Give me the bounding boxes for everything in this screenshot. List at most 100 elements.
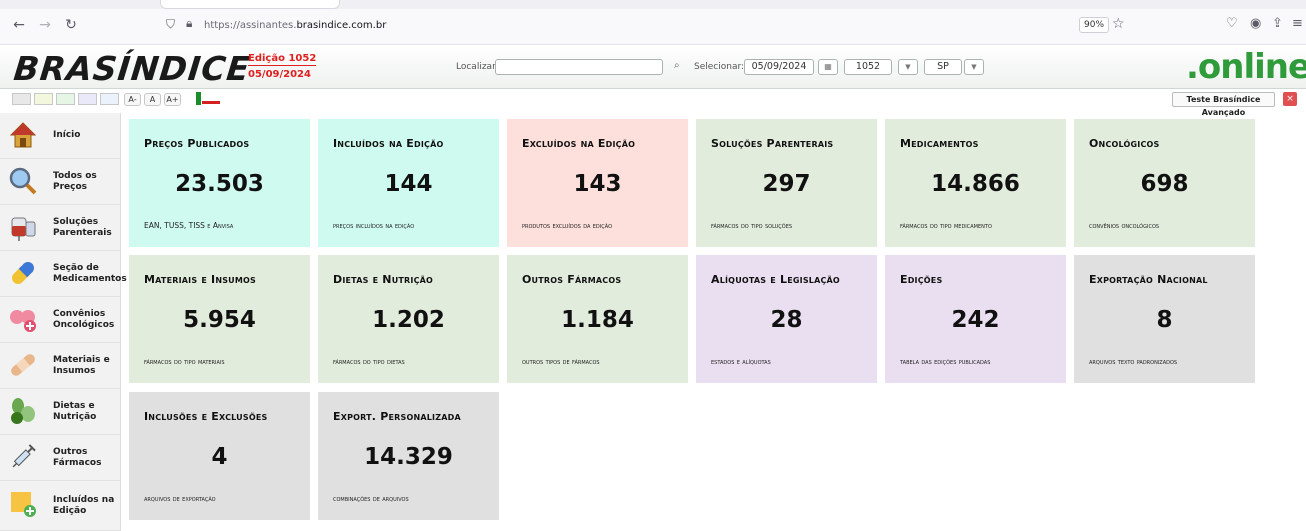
online-brand: .online bbox=[1186, 47, 1306, 87]
sidebar-item-incluidos[interactable]: Incluídos na Edição bbox=[0, 481, 121, 531]
url-prefix: https://assinantes. bbox=[204, 20, 297, 31]
find-input[interactable] bbox=[495, 59, 663, 75]
sidebar-item-outros[interactable]: Outros Fármacos bbox=[0, 435, 121, 481]
app-header: BRASÍNDICE Edição 1052 05/09/2024 Locali… bbox=[0, 45, 1306, 89]
sidebar-item-label: Convênios Oncológicos bbox=[53, 309, 115, 330]
color-swatch[interactable] bbox=[12, 93, 31, 105]
tracking-shield-icon[interactable]: ⛉ bbox=[166, 17, 175, 32]
tile-edicoes[interactable]: Edições 242 tabela das edições publicada… bbox=[885, 255, 1066, 383]
pocket-icon[interactable]: ♡ bbox=[1226, 16, 1238, 31]
home-icon bbox=[9, 122, 37, 148]
tile-dietas-nutricao[interactable]: Dietas e Nutrição 1.202 fármacos do tipo… bbox=[318, 255, 499, 383]
capsule-icon bbox=[12, 262, 34, 284]
tile-outros-farmacos[interactable]: Outros Fármacos 1.184 outros tipos de fá… bbox=[507, 255, 688, 383]
url-domain: brasindice.com.br bbox=[296, 20, 387, 31]
close-button[interactable]: × bbox=[1283, 92, 1297, 106]
tile-title: Oncológicos bbox=[1089, 137, 1160, 150]
leaf-icon bbox=[11, 398, 35, 424]
tile-description: estados e alíquotas bbox=[711, 357, 771, 366]
sidebar-item-label: Incluídos na Edição bbox=[53, 495, 115, 516]
back-icon[interactable]: ← bbox=[10, 17, 28, 33]
color-swatch[interactable] bbox=[34, 93, 53, 105]
tile-description: fármacos do tipo soluções bbox=[711, 221, 793, 230]
tile-title: Outros Fármacos bbox=[522, 273, 622, 286]
bandage-icon bbox=[11, 354, 35, 376]
tile-value: 144 bbox=[384, 171, 433, 197]
tile-description: convênios oncológicos bbox=[1089, 221, 1160, 230]
tile-value: 1.202 bbox=[372, 307, 445, 333]
tile-value: 1.184 bbox=[561, 307, 634, 333]
select-label: Selecionar: bbox=[694, 62, 745, 72]
syringe-icon bbox=[12, 444, 36, 468]
tile-value: 5.954 bbox=[183, 307, 256, 333]
browser-toolbar: ← → ↻ ⛉ 🔒︎ https://assinantes.brasindice… bbox=[0, 9, 1306, 45]
brasindice-logo[interactable]: BRASÍNDICE bbox=[12, 49, 252, 88]
display-toolbar: A- A A+ Teste Brasíndice Avançado × bbox=[0, 89, 1306, 117]
tile-description: preços incluídos na edição bbox=[333, 221, 415, 230]
tile-value: 8 bbox=[1156, 307, 1173, 333]
sidebar-item-todos-precos[interactable]: Todos os Preços bbox=[0, 159, 121, 205]
iv-bag-icon bbox=[11, 217, 36, 241]
address-bar[interactable]: https://assinantes.brasindice.com.br bbox=[204, 20, 386, 31]
sidebar-item-label: Início bbox=[53, 130, 81, 140]
tile-exportacao-nacional[interactable]: Exportação Nacional 8 arquivos texto pad… bbox=[1074, 255, 1255, 383]
tile-incluidos-edicao[interactable]: Incluídos na Edição 144 preços incluídos… bbox=[318, 119, 499, 247]
tile-title: Incluídos na Edição bbox=[333, 137, 444, 150]
tile-title: Excluídos na Edição bbox=[522, 137, 636, 150]
color-swatch[interactable] bbox=[56, 93, 75, 105]
sidebar-item-materiais[interactable]: Materiais e Insumos bbox=[0, 343, 121, 389]
extensions-icon[interactable]: ⇪ bbox=[1272, 16, 1283, 31]
tile-value: 143 bbox=[573, 171, 622, 197]
lock-icon[interactable]: 🔒︎ bbox=[186, 16, 192, 31]
reload-icon[interactable]: ↻ bbox=[62, 17, 80, 33]
tile-description: EAN, TUSS, TISS e Anvisa bbox=[144, 221, 234, 230]
bookmark-star-icon[interactable]: ☆ bbox=[1112, 16, 1125, 32]
tile-title: Alíquotas e Legislação bbox=[711, 273, 840, 286]
ribbon-icon bbox=[10, 310, 36, 332]
tile-inclusoes-exclusoes[interactable]: Inclusões e Exclusões 4 arquivos de expo… bbox=[129, 392, 310, 520]
account-icon[interactable]: ◉ bbox=[1250, 16, 1261, 31]
date-select[interactable]: 05/09/2024 bbox=[744, 59, 814, 75]
sidebar-item-inicio[interactable]: Início bbox=[0, 113, 121, 159]
sidebar: Início Todos os Preços Soluções Parenter… bbox=[0, 113, 127, 531]
edition-date: 05/09/2024 bbox=[248, 69, 311, 80]
zoom-badge[interactable]: 90% bbox=[1079, 17, 1110, 33]
tile-value: 14.329 bbox=[364, 444, 453, 470]
sidebar-item-solucoes[interactable]: Soluções Parenterais bbox=[0, 205, 121, 251]
teste-avancado-button[interactable]: Teste Brasíndice Avançado bbox=[1172, 92, 1275, 117]
chevron-down-icon[interactable]: ▼ bbox=[964, 59, 984, 75]
tile-value: 14.866 bbox=[931, 171, 1020, 197]
tile-solucoes-parenterais[interactable]: Soluções Parenterais 297 fármacos do tip… bbox=[696, 119, 877, 247]
font-normal-button[interactable]: A bbox=[144, 93, 161, 106]
edition-select[interactable]: 1052 bbox=[844, 59, 892, 75]
tile-title: Dietas e Nutrição bbox=[333, 273, 434, 286]
tile-excluidos-edicao[interactable]: Excluídos na Edição 143 produtos excluíd… bbox=[507, 119, 688, 247]
browser-tab-strip bbox=[0, 0, 1306, 9]
color-swatch[interactable] bbox=[100, 93, 119, 105]
font-increase-button[interactable]: A+ bbox=[164, 93, 181, 106]
menu-icon[interactable]: ≡ bbox=[1292, 16, 1303, 31]
status-indicator-icon bbox=[196, 92, 220, 105]
chevron-down-icon[interactable]: ▼ bbox=[898, 59, 918, 75]
forward-icon[interactable]: → bbox=[36, 17, 54, 33]
tile-aliquotas-legislacao[interactable]: Alíquotas e Legislação 28 estados e alíq… bbox=[696, 255, 877, 383]
tile-oncologicos[interactable]: Oncológicos 698 convênios oncológicos bbox=[1074, 119, 1255, 247]
color-swatch[interactable] bbox=[78, 93, 97, 105]
font-decrease-button[interactable]: A- bbox=[124, 93, 141, 106]
tile-export-personalizada[interactable]: Export. Personalizada 14.329 combinações… bbox=[318, 392, 499, 520]
sidebar-item-dietas[interactable]: Dietas e Nutrição bbox=[0, 389, 121, 435]
tile-materiais-insumos[interactable]: Materiais e Insumos 5.954 fármacos do ti… bbox=[129, 255, 310, 383]
state-select[interactable]: SP bbox=[924, 59, 962, 75]
find-label: Localizar: bbox=[456, 62, 499, 72]
browser-tab[interactable] bbox=[160, 0, 340, 9]
tile-medicamentos[interactable]: Medicamentos 14.866 fármacos do tipo med… bbox=[885, 119, 1066, 247]
tile-title: Soluções Parenterais bbox=[711, 137, 834, 150]
calendar-icon[interactable]: ▦ bbox=[818, 59, 838, 75]
sidebar-item-oncologicos[interactable]: Convênios Oncológicos bbox=[0, 297, 121, 343]
sidebar-item-medicamentos[interactable]: Seção de Medicamentos bbox=[0, 251, 127, 297]
sidebar-item-label: Materiais e Insumos bbox=[53, 355, 110, 376]
tile-precos-publicados[interactable]: Preços Publicados 23.503 EAN, TUSS, TISS… bbox=[129, 119, 310, 247]
search-icon[interactable]: ⌕ bbox=[674, 60, 680, 71]
tile-description: combinações de arquivos bbox=[333, 494, 409, 503]
tile-description: fármacos do tipo materiais bbox=[144, 357, 225, 366]
